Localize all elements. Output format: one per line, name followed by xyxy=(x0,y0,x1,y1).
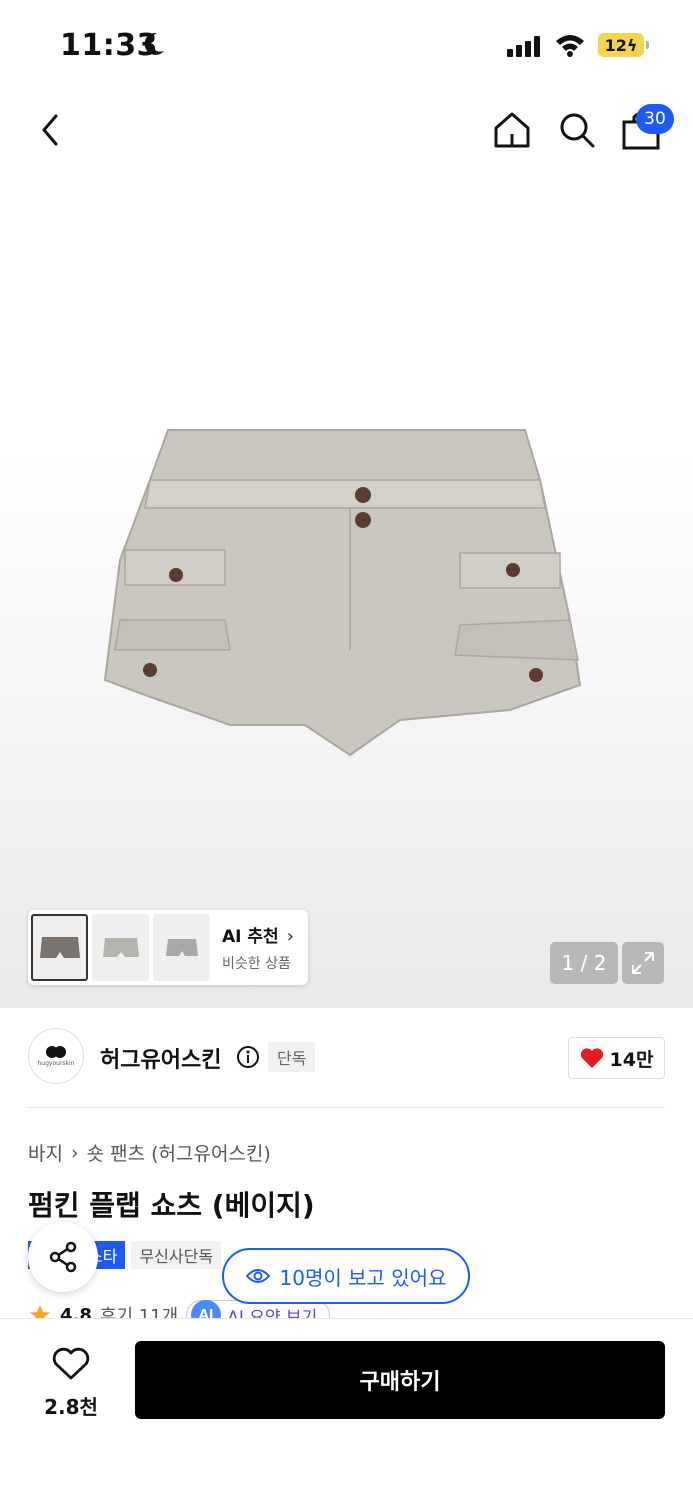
exclusive-tag: 단독 xyxy=(268,1042,316,1072)
divider xyxy=(28,1107,665,1108)
viewers-count-pill: 10명이 보고 있어요 xyxy=(222,1248,470,1304)
brand-logo-text: hugyourskin xyxy=(37,1060,75,1067)
battery-level: 12 xyxy=(604,35,627,55)
breadcrumb-category[interactable]: 바지 xyxy=(28,1139,63,1166)
expand-button[interactable] xyxy=(622,942,664,984)
viewers-text: 10명이 보고 있어요 xyxy=(279,1265,447,1290)
share-button[interactable] xyxy=(28,1222,98,1292)
wifi-icon xyxy=(556,35,584,57)
breadcrumb: 바지 › 숏 팬츠 (허그유어스킨) xyxy=(28,1139,271,1166)
signal-icon xyxy=(507,35,540,57)
thumbnail[interactable] xyxy=(31,914,88,981)
cart-count-badge: 30 xyxy=(636,104,674,134)
ai-recommend-subtitle: 비슷한 상품 xyxy=(222,956,291,972)
status-bar: 11:33 12 ϟ xyxy=(0,0,693,90)
breadcrumb-subcategory[interactable]: 숏 팬츠 (허그유어스킨) xyxy=(87,1139,271,1166)
brand-like-count: 14만 xyxy=(609,1048,654,1071)
ai-recommend-title: AI 추천 xyxy=(222,927,279,947)
info-icon[interactable] xyxy=(236,1045,260,1069)
shorts-thumb-icon xyxy=(165,938,198,956)
brand-row: hugyourskin 허그유어스킨 단독 14만 xyxy=(28,1028,665,1088)
heart-filled-icon xyxy=(580,1048,603,1068)
brand-like-button[interactable]: 14만 xyxy=(568,1037,665,1079)
product-gallery[interactable]: 11:33 12 ϟ 30 AI 추천 비슷한 상품 › 1 / 2 xyxy=(0,0,693,1008)
brand-logo[interactable]: hugyourskin xyxy=(28,1028,84,1084)
product-title: 펌킨 플랩 쇼츠 (베이지) xyxy=(28,1189,315,1222)
wishlist-button[interactable]: 2.8천 xyxy=(30,1347,112,1420)
search-icon[interactable] xyxy=(555,108,599,152)
home-icon[interactable] xyxy=(490,108,534,152)
thumbnail[interactable] xyxy=(92,914,149,981)
product-image[interactable] xyxy=(100,420,590,760)
buy-button[interactable]: 구매하기 xyxy=(135,1341,665,1419)
share-icon xyxy=(49,1241,77,1273)
chevron-right-icon: › xyxy=(70,1141,79,1164)
chevron-right-icon: › xyxy=(286,926,294,947)
ai-recommend-text: AI 추천 비슷한 상품 xyxy=(222,922,291,973)
tag-exclusive: 무신사단독 xyxy=(131,1241,222,1269)
heart-icon xyxy=(52,1347,90,1380)
eye-icon xyxy=(245,1269,270,1283)
back-icon[interactable] xyxy=(32,110,72,150)
thumbnail[interactable] xyxy=(153,914,210,981)
bottom-action-bar: 2.8천 구매하기 xyxy=(0,1318,693,1500)
shorts-thumb-icon xyxy=(39,936,80,958)
page-indicator: 1 / 2 xyxy=(550,942,618,984)
moon-icon xyxy=(144,32,164,55)
battery-indicator: 12 ϟ xyxy=(598,33,649,57)
brand-logo-mark xyxy=(46,1046,66,1058)
brand-name[interactable]: 허그유어스킨 xyxy=(100,1042,221,1074)
ai-recommend-card[interactable]: AI 추천 비슷한 상품 › xyxy=(28,910,308,985)
wishlist-count: 2.8천 xyxy=(44,1395,98,1419)
expand-icon xyxy=(632,952,654,974)
shorts-thumb-icon xyxy=(102,937,139,957)
